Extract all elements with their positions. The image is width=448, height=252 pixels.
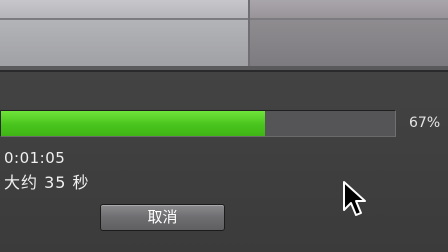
progress-percent-label: 67% [409,115,441,131]
mouse-pointer-icon [343,181,366,216]
window-toolbar-left [0,20,250,66]
cancel-button[interactable]: 取消 [100,204,225,231]
window-vertical-divider [248,0,250,66]
remaining-time: 大约 35 秒 [4,173,90,192]
screen: 67% 0:01:05 大约 35 秒 取消 [0,0,448,252]
window-titlebar-left [0,0,250,18]
window-titlebar-right [250,0,448,18]
elapsed-time: 0:01:05 [4,149,66,167]
progress-bar [0,110,396,137]
window-toolbar-right [250,20,448,66]
progress-bar-fill [1,111,265,136]
background-window-chrome [0,0,448,66]
progress-dialog: 67% 0:01:05 大约 35 秒 取消 [0,72,448,252]
